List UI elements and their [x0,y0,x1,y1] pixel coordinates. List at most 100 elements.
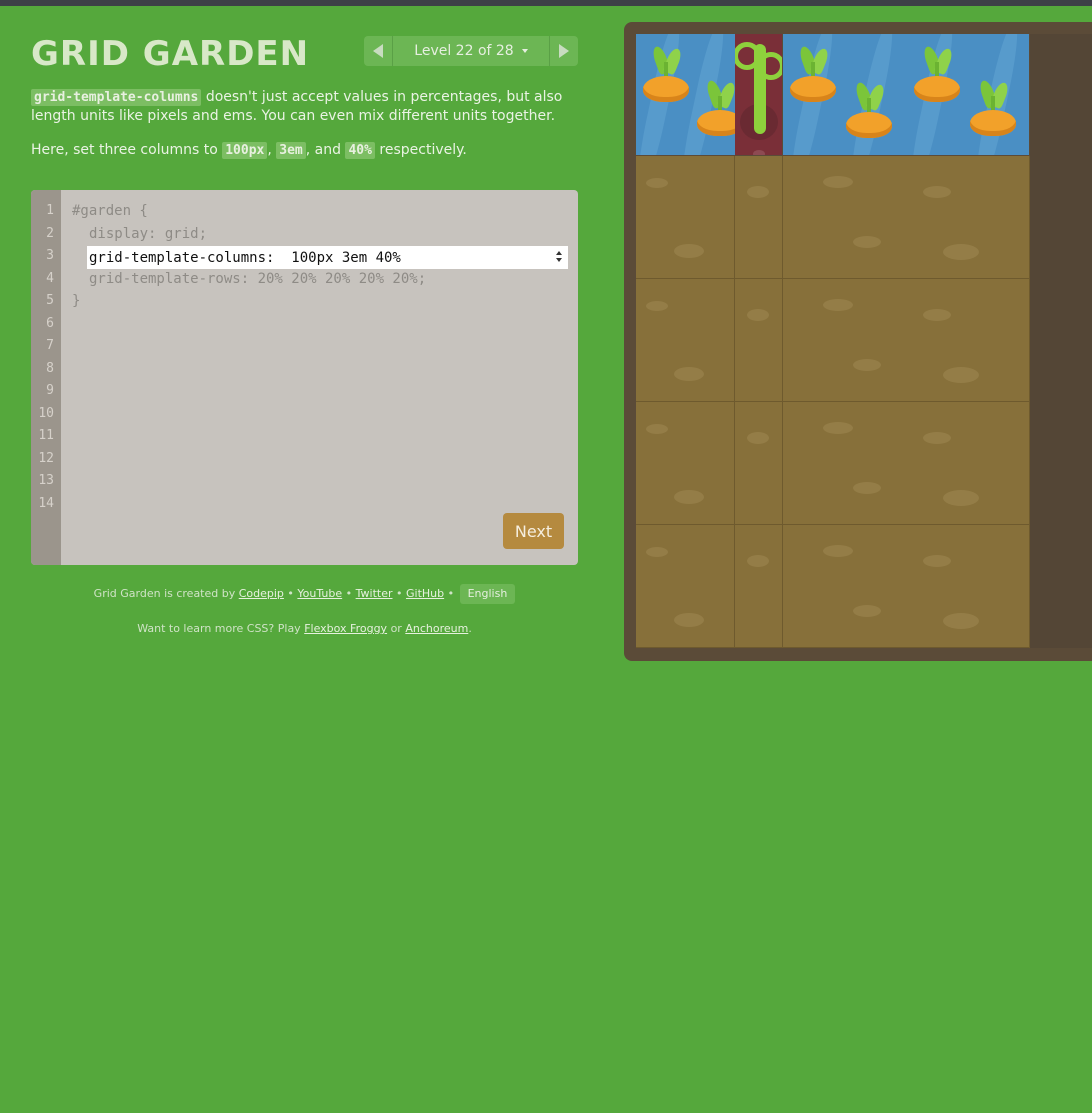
garden-plot [783,525,1030,648]
line-number: 8 [46,361,54,376]
code-highlight: 100px [222,142,268,159]
pebble [646,424,668,434]
pebble [674,613,704,627]
separator: • [283,587,298,600]
garden-plot [735,279,783,402]
line-number: 3 [46,248,54,263]
garden-plot [636,279,735,402]
pebble [943,367,979,383]
input-spinner[interactable] [554,249,564,267]
code-editor: 1 2 3 4 5 6 7 8 9 10 11 12 13 14 #garden… [31,190,578,565]
pebble [747,309,769,321]
pebble [923,432,951,444]
next-level-button[interactable] [549,36,578,66]
spinner-down-icon [556,258,562,262]
css-code-input[interactable] [87,246,549,269]
next-button[interactable]: Next [503,513,564,549]
github-link[interactable]: GitHub [406,587,444,600]
code-line: #garden { [72,203,148,219]
line-number: 6 [46,316,54,331]
arrow-left-icon [373,44,383,58]
codepip-link[interactable]: Codepip [239,587,284,600]
code-line: } [72,293,81,309]
garden-plot [783,279,1030,402]
pebble [853,359,881,371]
more-text: or [387,622,406,635]
line-number: 9 [46,383,54,398]
garden-board-edge [1030,34,1092,648]
separator: • [444,587,458,600]
previous-level-button[interactable] [364,36,393,66]
line-number: 11 [38,428,54,443]
pebble [674,490,704,504]
more-games: Want to learn more CSS? Play Flexbox Fro… [31,622,578,635]
code-line: grid-template-rows: 20% 20% 20% 20% 20%; [89,271,427,287]
level-label: Level 22 of 28 [414,43,514,59]
garden-plot [636,402,735,525]
instructions-text: Here, set three columns to [31,142,223,158]
pebble [823,545,853,557]
level-indicator[interactable]: Level 22 of 28 [393,36,549,66]
pebble [674,367,704,381]
instructions-text: , and [305,142,346,158]
pebble [853,482,881,494]
line-number: 7 [46,338,54,353]
garden-plot [735,402,783,525]
youtube-link[interactable]: YouTube [297,587,342,600]
instructions-paragraph-2: Here, set three columns to 100px, 3em, a… [31,141,579,160]
code-line: display: grid; [89,226,208,242]
arrow-right-icon [559,44,569,58]
pebble [853,236,881,248]
line-number: 2 [46,226,54,241]
credits-text: Grid Garden is created by [93,587,239,600]
more-text: . [468,622,472,635]
weed-curl [757,52,782,80]
carrot-icon [790,44,836,102]
more-text: Want to learn more CSS? Play [137,622,305,635]
pebble [923,555,951,567]
code-highlight: grid-template-columns [31,89,202,106]
line-number-gutter: 1 2 3 4 5 6 7 8 9 10 11 12 13 14 [31,190,61,565]
language-button[interactable]: English [459,584,516,604]
spinner-up-icon [556,251,562,255]
pebble [823,422,853,434]
pebble [747,186,769,198]
pebble [943,613,979,629]
carrot-icon [914,44,960,102]
line-number: 12 [38,451,54,466]
level-navigation: Level 22 of 28 [364,36,578,66]
line-number: 5 [46,293,54,308]
weed-hole [753,150,765,155]
anchoreum-link[interactable]: Anchoreum [405,622,468,635]
pebble [646,547,668,557]
separator: • [342,587,356,600]
garden-plot [636,156,735,279]
code-highlight: 3em [276,142,306,159]
carrot-icon [970,78,1016,136]
garden-plot [735,156,783,279]
pebble [823,176,853,188]
garden-plot [735,525,783,648]
carrot-icon [643,44,689,102]
caret-down-icon [521,49,528,53]
pebble [823,299,853,311]
line-number: 10 [38,406,54,421]
instructions-text: , [267,142,277,158]
pebble [853,605,881,617]
pebble [747,432,769,444]
pebble [747,555,769,567]
twitter-link[interactable]: Twitter [356,587,393,600]
top-bar [0,0,1092,6]
pebble [646,301,668,311]
pebble [646,178,668,188]
pebble [943,490,979,506]
garden-plot [783,156,1030,279]
line-number: 13 [38,473,54,488]
weed-icon [735,34,782,155]
garden-plot [783,402,1030,525]
flexbox-froggy-link[interactable]: Flexbox Froggy [304,622,387,635]
line-number: 4 [46,271,54,286]
separator: • [392,587,406,600]
pebble [674,244,704,258]
instructions-text: respectively. [374,142,467,158]
